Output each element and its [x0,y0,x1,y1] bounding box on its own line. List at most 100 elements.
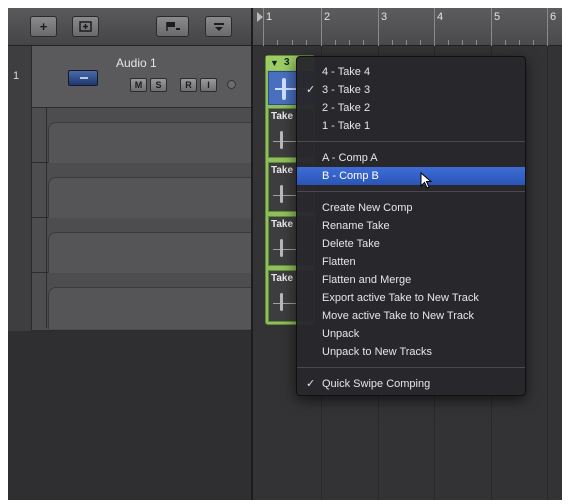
take-header-row [32,218,252,274]
menu-item-delete-take[interactable]: Delete Take [297,235,525,253]
menu-item-label: Flatten [322,256,356,268]
take-label: Take [271,111,294,122]
disclosure-triangle-icon[interactable]: ▼ [270,58,279,68]
ruler-tick [406,40,407,45]
menu-separator [297,367,525,368]
ruler-mark: 3 [381,11,388,23]
track-header-toolbar: + [8,8,251,46]
plus-icon: + [39,19,48,34]
menu-item-label: Quick Swipe Comping [322,378,431,390]
ruler-tick [476,40,477,45]
mouse-pointer-icon [420,172,433,189]
take-label: Take [271,219,294,230]
ruler-tick [392,40,393,45]
mute-button[interactable]: M [130,78,147,92]
ruler-line [321,8,322,46]
menu-item-move-take[interactable]: Move active Take to New Track [297,307,525,325]
menu-item-label: Flatten and Merge [322,274,412,286]
ruler-mark: 4 [437,11,444,23]
ruler-tick [335,40,336,45]
menu-item-label: B - Comp B [322,170,379,182]
track-power-icon[interactable] [227,80,236,89]
checkmark-icon: ✓ [306,378,316,390]
record-enable-button[interactable]: R [180,78,197,92]
ruler-line [434,8,435,46]
track-number-column: 1 [8,46,32,331]
waveform-peak [280,293,283,311]
menu-item-label: Export active Take to New Track [322,292,479,304]
menu-item-comp-a[interactable]: A - Comp A [297,149,525,167]
input-monitor-button[interactable]: I [200,78,217,92]
ruler-tick [533,40,534,45]
track-area: 1 Audio 1 M S R I [8,46,252,331]
ruler-tick [306,40,307,45]
add-track-button[interactable]: + [30,16,57,37]
menu-item-take-1[interactable]: 1 - Take 1 [297,117,525,135]
menu-item-label: Unpack [322,328,360,340]
flag-icon [165,22,180,31]
take-folder-context-menu: 4 - Take 4 ✓ 3 - Take 3 2 - Take 2 1 - T… [296,56,526,396]
ruler-tick [363,40,364,45]
dropdown-icon [213,22,224,31]
ruler-tick [462,40,463,45]
solo-button[interactable]: S [150,78,167,92]
ruler-line [547,8,548,46]
menu-item-take-4[interactable]: 4 - Take 4 [297,63,525,81]
menu-item-label: Rename Take [322,220,390,232]
track-header[interactable]: Audio 1 M S R I [32,46,251,108]
dropdown-button[interactable] [205,16,232,37]
ruler-mark: 1 [266,11,273,23]
ruler-mark: 5 [494,11,501,23]
take-label: Take [271,273,294,284]
ruler-line [378,8,379,46]
ruler-line [263,8,264,46]
menu-item-comp-b[interactable]: B - Comp B [297,167,525,185]
menu-item-take-2[interactable]: 2 - Take 2 [297,99,525,117]
track-name[interactable]: Audio 1 [116,56,157,70]
menu-item-export-take[interactable]: Export active Take to New Track [297,289,525,307]
track-list-button[interactable] [72,16,99,37]
waveform-peak [280,239,283,257]
menu-item-label: 2 - Take 2 [322,102,371,114]
bar-gridline [547,46,548,500]
ruler-tick [277,40,278,45]
audio-track-icon [68,70,98,86]
menu-item-label: Unpack to New Tracks [322,346,433,358]
track-number: 1 [13,70,20,82]
take-header-row [32,163,252,219]
bar-ruler[interactable]: 1 2 3 4 5 6 [253,8,562,46]
ruler-tick [505,40,506,45]
menu-separator [297,191,525,192]
menu-item-label: Create New Comp [322,202,413,214]
menu-item-label: A - Comp A [322,152,378,164]
menu-item-label: 3 - Take 3 [322,84,371,96]
menu-item-unpack-to-new-tracks[interactable]: Unpack to New Tracks [297,343,525,361]
waveform-peak [280,185,283,203]
ruler-tick [349,40,350,45]
menu-item-unpack[interactable]: Unpack [297,325,525,343]
ruler-tick [448,40,449,45]
menu-item-flatten[interactable]: Flatten [297,253,525,271]
menu-item-rename-take[interactable]: Rename Take [297,217,525,235]
menu-item-label: Delete Take [322,238,380,250]
waveform-peak [282,78,286,100]
menu-item-label: 1 - Take 1 [322,120,371,132]
take-header-row [32,108,252,164]
menu-item-label: Move active Take to New Track [322,310,475,322]
take-header-row [32,273,252,331]
ruler-tick [420,40,421,45]
menu-item-create-new-comp[interactable]: Create New Comp [297,199,525,217]
menu-item-label: 4 - Take 4 [322,66,371,78]
track-list-icon [79,21,92,32]
ruler-line [491,8,492,46]
menu-item-flatten-and-merge[interactable]: Flatten and Merge [297,271,525,289]
ruler-mark: 6 [550,11,557,23]
menu-item-quick-swipe-comping[interactable]: ✓ Quick Swipe Comping [297,375,525,393]
waveform-peak [280,131,283,149]
menu-item-take-3[interactable]: ✓ 3 - Take 3 [297,81,525,99]
empty-track-space [8,331,251,500]
ruler-mark: 2 [324,11,331,23]
flag-button[interactable] [156,16,189,37]
take-label: Take [271,165,294,176]
checkmark-icon: ✓ [306,84,316,96]
